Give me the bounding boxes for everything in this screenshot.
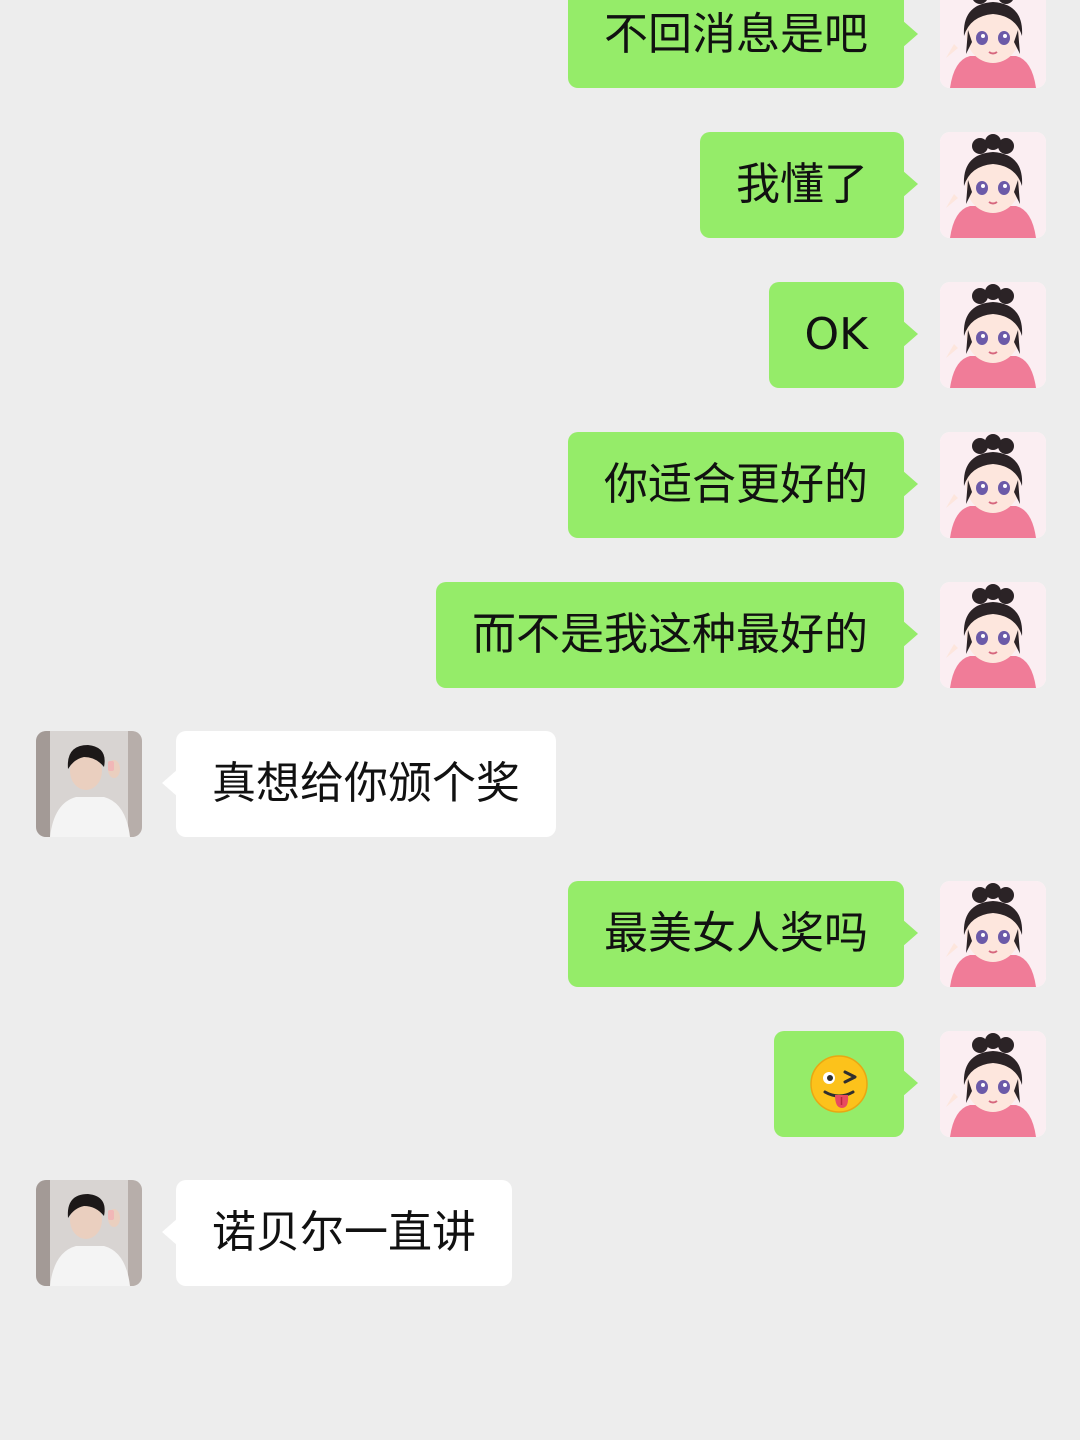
my-avatar-icon[interactable] [940,282,1046,388]
message-row-sent: 你适合更好的 [0,432,1080,538]
message-bubble-sent[interactable]: 而不是我这种最好的 [436,582,918,688]
contact-avatar-icon[interactable] [36,731,142,837]
my-avatar-icon[interactable] [940,1031,1046,1137]
my-avatar-icon[interactable] [940,881,1046,987]
message-row-received: 诺贝尔一直讲 [0,1180,1080,1286]
contact-avatar-icon[interactable] [36,1180,142,1286]
message-row-sent: 我懂了 [0,132,1080,238]
message-row-sent [0,1031,1080,1137]
message-row-sent: OK [0,282,1080,388]
message-bubble-received[interactable]: 真想给你颁个奖 [162,731,556,837]
my-avatar-icon[interactable] [940,582,1046,688]
my-avatar-icon[interactable] [940,432,1046,538]
message-bubble-received[interactable]: 诺贝尔一直讲 [162,1180,512,1286]
winking-face-with-tongue-icon [810,1055,868,1113]
message-bubble-sent[interactable] [774,1031,918,1137]
message-row-received: 真想给你颁个奖 [0,731,1080,837]
message-row-sent: 而不是我这种最好的 [0,582,1080,688]
message-bubble-sent[interactable]: OK [768,282,918,388]
my-avatar-icon[interactable] [940,0,1046,88]
my-avatar-icon[interactable] [940,132,1046,238]
chat-conversation: 不回消息是吧 我懂了 OK 你适合更好的 而不是我这种最好的 真想给你颁个奖 最… [0,0,1080,1440]
message-bubble-sent[interactable]: 你适合更好的 [568,432,918,538]
message-bubble-sent[interactable]: 我懂了 [700,132,918,238]
message-bubble-sent[interactable]: 最美女人奖吗 [568,881,918,987]
message-row-sent: 最美女人奖吗 [0,881,1080,987]
message-bubble-sent[interactable]: 不回消息是吧 [568,0,918,88]
message-row-sent: 不回消息是吧 [0,0,1080,88]
